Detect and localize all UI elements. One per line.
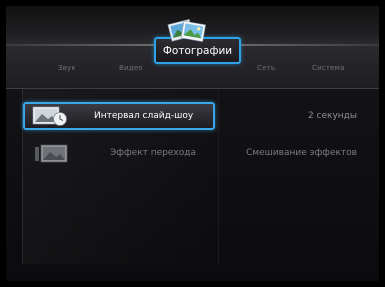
transition-effect-icon [35,144,68,163]
setting-label: Интервал слайд-шоу [94,111,194,121]
tab-network[interactable]: Сеть [257,64,275,72]
setting-value[interactable]: Смешивание эффектов [246,148,357,158]
setting-row-slideshow-interval[interactable]: Интервал слайд-шоу [23,102,215,130]
settings-screen: Звук Видео Сеть Система Фотографии Интер… [6,6,379,281]
slideshow-timer-icon [32,106,67,126]
photos-icon [167,19,206,42]
setting-label[interactable]: Эффект перехода [110,148,196,158]
tab-video[interactable]: Видео [119,64,143,72]
tab-system[interactable]: Система [312,64,345,72]
setting-value[interactable]: 2 секунды [308,111,357,121]
tab-sound[interactable]: Звук [58,64,76,72]
